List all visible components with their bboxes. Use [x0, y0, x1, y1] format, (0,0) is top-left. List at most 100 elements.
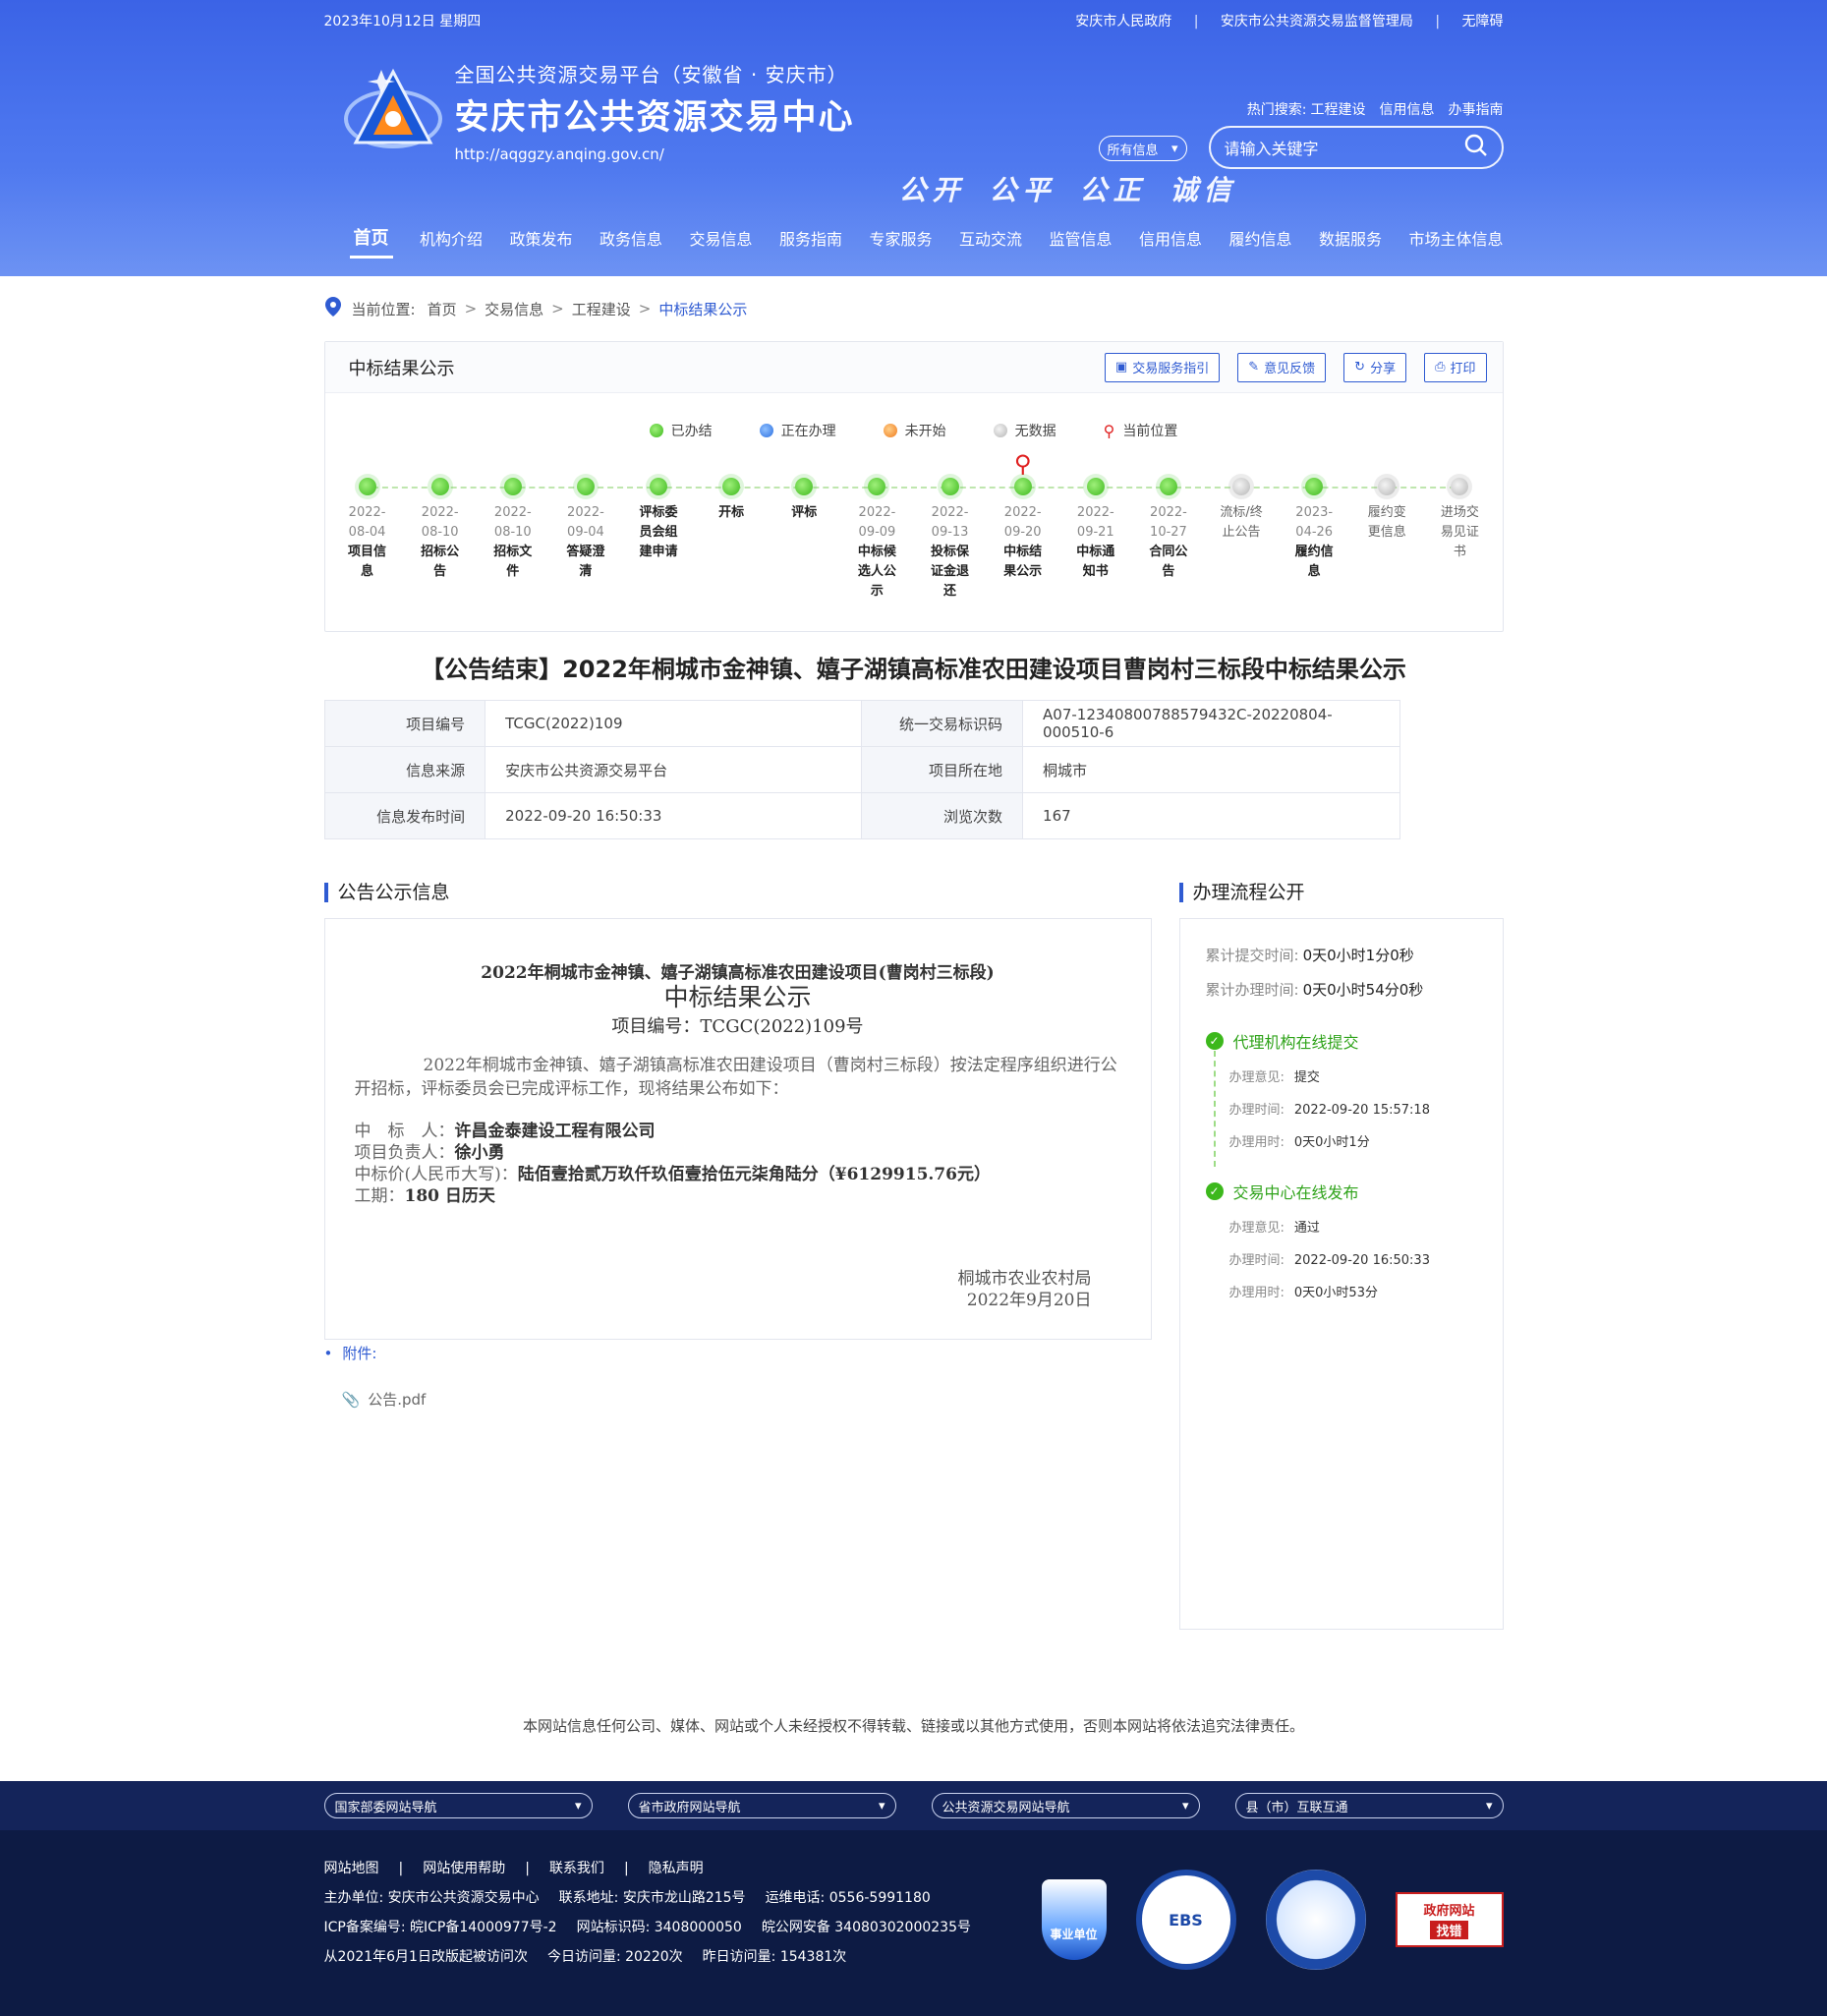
blue-dot-icon	[759, 424, 773, 437]
search-input[interactable]: 请输入关键字	[1225, 136, 1464, 159]
caret-down-icon: ▾	[878, 1798, 885, 1814]
footer-text: 联系地址: 安庆市龙山路215号	[558, 1890, 746, 1906]
footer-badges: 事业单位 EBS 政府网站 找错	[1012, 1870, 1504, 1970]
total-submit-time: 累计提交时间: 0天0小时1分0秒	[1206, 945, 1477, 965]
step-date: 2022-08-10	[493, 505, 532, 540]
green-dot-icon	[795, 478, 814, 495]
info-key: 信息来源	[323, 746, 486, 793]
top-sep: |	[1435, 14, 1441, 29]
timeline-step[interactable]: 2022-09-13 投标保证金退还	[914, 450, 987, 602]
timeline-step[interactable]: 2022-09-21 中标通知书	[1059, 450, 1132, 602]
hot-search-link[interactable]: 信用信息	[1380, 102, 1435, 118]
search-box[interactable]: 请输入关键字	[1208, 126, 1504, 169]
nav-item[interactable]: 服务指南	[779, 220, 842, 259]
site-footer: 国家部委网站导航 ▾ 省市政府网站导航 ▾ 公共资源交易网站导航 ▾ 县（市）互联互通…	[0, 1781, 1827, 2016]
search-scope-select[interactable]: 所有信息 ▾	[1098, 136, 1187, 161]
doc-value: 徐小勇	[454, 1143, 505, 1163]
step-date: 2022-09-04	[567, 505, 604, 540]
footer-link[interactable]: 联系我们	[549, 1861, 604, 1876]
share-button[interactable]: ↻ 分享	[1343, 352, 1407, 382]
nav-item[interactable]: 市场主体信息	[1408, 220, 1503, 259]
flow-value: 2022-09-20 15:57:18	[1293, 1103, 1430, 1118]
gov-site-error-report-badge[interactable]: 政府网站 找错	[1395, 1892, 1504, 1947]
map-pin-icon: ⚲	[1103, 421, 1115, 440]
legend-label: 正在办理	[780, 424, 836, 439]
site-logo-icon	[342, 62, 445, 160]
timeline-step[interactable]: 2022-09-09 中标候选人公示	[840, 450, 913, 602]
footer-text: 运维电话: 0556-5991180	[765, 1890, 931, 1906]
breadcrumb-sep: >	[638, 300, 652, 317]
public-institution-badge-icon[interactable]: 事业单位	[1041, 1879, 1107, 1960]
nav-item[interactable]: 数据服务	[1319, 220, 1382, 259]
timeline-step[interactable]: 评标	[768, 450, 840, 602]
footer-link[interactable]: 隐私声明	[649, 1861, 704, 1876]
site-brand[interactable]: 全国公共资源交易平台（安徽省 · 安庆市） 安庆市公共资源交易中心 http:/…	[342, 59, 855, 163]
nav-item[interactable]: 机构介绍	[420, 220, 483, 259]
select-value: 省市政府网站导航	[638, 1800, 741, 1815]
step-name: 中标结果公示	[1003, 545, 1043, 579]
timeline-step[interactable]: 履约变更信息	[1350, 450, 1423, 602]
timeline-step[interactable]: 2022-09-04 答疑澄清	[549, 450, 622, 602]
legend-label: 当前位置	[1122, 424, 1178, 439]
breadcrumb-item[interactable]: 工程建设	[572, 299, 631, 319]
footer-nav-select[interactable]: 省市政府网站导航 ▾	[627, 1793, 896, 1818]
nav-item[interactable]: 交易信息	[689, 220, 752, 259]
timeline-step[interactable]: 2022-08-10 招标文件	[477, 450, 549, 602]
green-dot-icon	[1013, 478, 1032, 495]
gray-dot-icon	[1378, 478, 1397, 495]
cloud-seal-badge-icon[interactable]	[1265, 1870, 1366, 1970]
caret-down-icon: ▾	[574, 1798, 582, 1814]
search-icon[interactable]	[1464, 134, 1488, 161]
timeline-step[interactable]: 2022-08-10 招标公告	[404, 450, 477, 602]
process-disclosure-panel: 累计提交时间: 0天0小时1分0秒 累计办理时间: 0天0小时54分0秒 ✓ 代理机构…	[1178, 918, 1504, 1630]
green-dot-icon	[650, 478, 668, 495]
timeline-step[interactable]: 2022-10-27 合同公告	[1132, 450, 1205, 602]
nav-item-home[interactable]: 首页	[349, 220, 393, 259]
footer-nav-select[interactable]: 公共资源交易网站导航 ▾	[931, 1793, 1200, 1818]
timeline-step[interactable]: 2022-08-04 项目信息	[331, 450, 404, 602]
flow-connector	[1213, 1051, 1216, 1167]
hot-search-link[interactable]: 工程建设	[1311, 102, 1366, 118]
top-link-supervision[interactable]: 安庆市公共资源交易监督管理局	[1221, 14, 1413, 29]
print-button[interactable]: ⎙ 打印	[1424, 352, 1487, 382]
breadcrumb-item[interactable]: 交易信息	[485, 299, 543, 319]
timeline-step[interactable]: 评标委员会组建申请	[622, 450, 695, 602]
hot-search-link[interactable]: 办事指南	[1449, 102, 1504, 118]
badge-label: EBS	[1169, 1910, 1203, 1930]
printer-icon: ⎙	[1435, 360, 1446, 374]
timeline-step[interactable]: 流标/终止公告	[1205, 450, 1278, 602]
timeline-step[interactable]: 2023-04-26 履约信息	[1278, 450, 1350, 602]
footer-link[interactable]: 网站地图	[324, 1861, 379, 1876]
nav-item[interactable]: 履约信息	[1228, 220, 1291, 259]
breadcrumb-item[interactable]: 首页	[428, 299, 457, 319]
ebs-badge-icon[interactable]: EBS	[1135, 1870, 1236, 1970]
slogan-item: 公开	[898, 174, 966, 206]
table-row: 项目编号 TCGC(2022)109 统一交易标识码 A07-123408007…	[323, 700, 1400, 747]
footer-nav-select[interactable]: 县（市）互联互通 ▾	[1234, 1793, 1504, 1818]
project-info-table: 项目编号 TCGC(2022)109 统一交易标识码 A07-123408007…	[323, 700, 1400, 839]
nav-item[interactable]: 监管信息	[1049, 220, 1112, 259]
nav-item[interactable]: 信用信息	[1139, 220, 1202, 259]
nav-item[interactable]: 政策发布	[509, 220, 572, 259]
nav-item[interactable]: 互动交流	[959, 220, 1022, 259]
timeline-step[interactable]: 进场交易见证书	[1423, 450, 1496, 602]
breadcrumb-current[interactable]: 中标结果公示	[658, 299, 747, 319]
green-dot-icon	[722, 478, 741, 495]
nav-item[interactable]: 专家服务	[869, 220, 932, 259]
footer-nav-select[interactable]: 国家部委网站导航 ▾	[323, 1793, 593, 1818]
footer-link[interactable]: 网站使用帮助	[423, 1861, 505, 1876]
nav-item[interactable]: 政务信息	[599, 220, 662, 259]
doc-key: 中标价(人民币大写)：	[354, 1165, 518, 1184]
service-guide-button[interactable]: ▣ 交易服务指引	[1104, 352, 1221, 382]
top-bar: 2023年10月12日 星期四 安庆市人民政府 | 安庆市公共资源交易监督管理局…	[324, 0, 1504, 41]
top-link-accessibility[interactable]: 无障碍	[1462, 14, 1504, 29]
feedback-button[interactable]: ✎ 意见反馈	[1237, 352, 1327, 382]
legend-label: 已办结	[670, 424, 713, 439]
top-link-government[interactable]: 安庆市人民政府	[1075, 14, 1171, 29]
timeline-step[interactable]: 开标	[695, 450, 768, 602]
attachment-file-name[interactable]: 公告.pdf	[368, 1391, 426, 1409]
doc-value: 180 日历天	[404, 1186, 495, 1206]
check-circle-icon: ✓	[1205, 1182, 1224, 1200]
timeline-step[interactable]: ⚲ 2022-09-20 中标结果公示	[987, 450, 1059, 602]
current-date: 2023年10月12日 星期四	[323, 14, 482, 29]
